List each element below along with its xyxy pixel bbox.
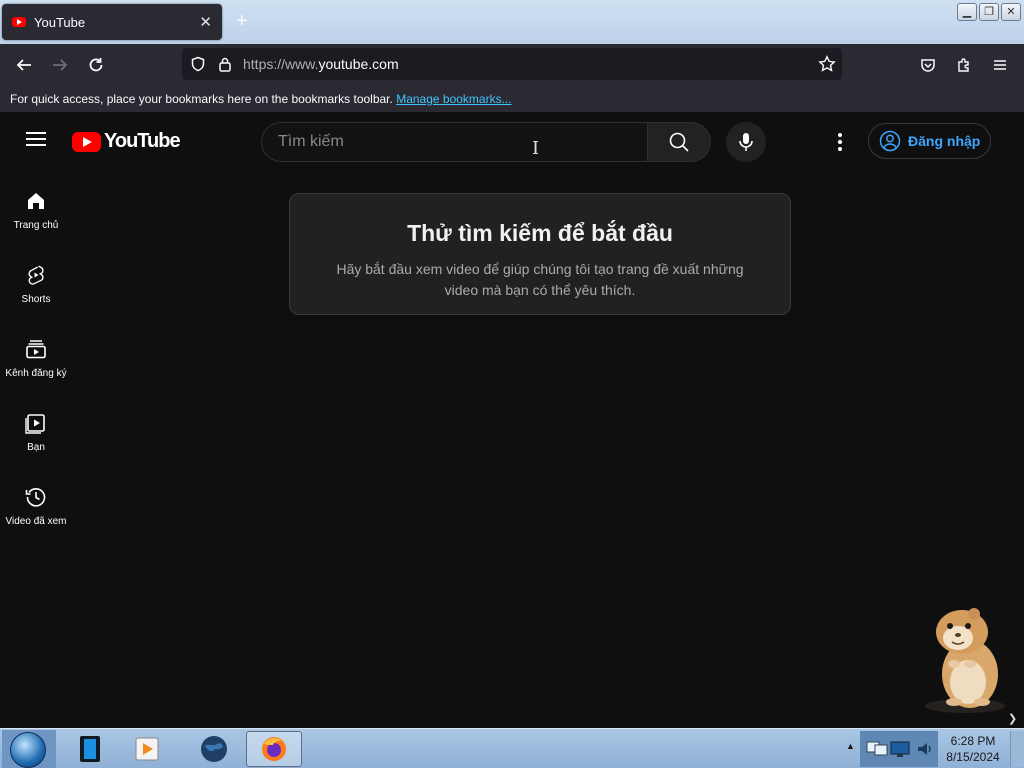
address-bar[interactable]: https://www.youtube.com: [182, 48, 842, 80]
search-bar: [261, 122, 711, 162]
empty-feed-title: Thử tìm kiếm để bắt đầu: [407, 220, 673, 246]
sidebar-item-label: Bạn: [27, 442, 45, 453]
tab-youtube[interactable]: YouTube ✕: [2, 4, 222, 40]
bookmark-star-icon: [818, 55, 836, 72]
url-text: https://www.youtube.com: [243, 56, 399, 72]
minimize-button[interactable]: ▁: [957, 3, 977, 21]
hamster-sticker-image: [925, 608, 1005, 713]
show-hidden-icons-button[interactable]: ▲: [846, 741, 855, 751]
tracking-shield-icon: [191, 56, 205, 72]
sidebar-item-shorts[interactable]: Shorts: [0, 242, 72, 316]
firefox-icon: [262, 737, 286, 761]
home-icon: [28, 193, 44, 209]
taskbar-clock[interactable]: 6:28 PM 8/15/2024: [940, 733, 1006, 765]
lock-icon: [219, 57, 231, 72]
sign-in-label: Đăng nhập: [908, 133, 981, 149]
globe-icon: [201, 736, 227, 762]
taskbar-media-player[interactable]: [120, 731, 176, 767]
reload-button[interactable]: [82, 52, 110, 78]
clock-time: 6:28 PM: [950, 734, 996, 748]
you-library-icon: [25, 414, 45, 434]
pocket-icon: [921, 59, 935, 72]
dot-icon: [838, 140, 842, 144]
windows-start-orb-icon: [10, 732, 46, 768]
hamburger-menu-icon: [994, 60, 1006, 70]
voice-search-button[interactable]: [726, 122, 766, 162]
search-box[interactable]: [261, 122, 647, 162]
dot-icon: [838, 147, 842, 151]
tablet-app-icon: [80, 736, 100, 762]
sidebar-item-label: Trang chủ: [13, 220, 59, 231]
sidebar-item-history[interactable]: Video đã xem: [0, 464, 72, 538]
new-tab-button[interactable]: +: [236, 10, 248, 33]
sign-in-button[interactable]: Đăng nhập: [868, 123, 991, 159]
back-button[interactable]: [10, 52, 38, 78]
scroll-down-arrow-icon[interactable]: ❯: [1008, 712, 1017, 725]
sidebar-item-label: Shorts: [21, 294, 51, 305]
media-player-icon: [135, 737, 159, 761]
sidebar-item-home[interactable]: Trang chủ: [0, 168, 72, 242]
windows-taskbar: ▲ 6:28 PM 8/15/2024: [0, 728, 1024, 768]
close-window-button[interactable]: ✕: [1001, 3, 1021, 21]
search-input[interactable]: [278, 133, 631, 151]
restore-button[interactable]: ❐: [979, 3, 999, 21]
guide-menu-button[interactable]: [22, 128, 50, 152]
account-circle-icon: [879, 130, 901, 152]
forward-arrow-icon: [53, 59, 68, 71]
taskbar-browser-globe[interactable]: [186, 731, 242, 767]
network-icon: [866, 741, 888, 756]
youtube-logo[interactable]: YouTube: [72, 130, 181, 153]
youtube-favicon-icon: [12, 17, 26, 27]
sidebar-item-label: Kênh đăng ký: [5, 368, 67, 379]
taskbar-app-1[interactable]: [62, 731, 118, 767]
forward-button[interactable]: [46, 52, 74, 78]
search-icon: [669, 132, 689, 152]
bookmarks-toolbar: For quick access, place your bookmarks h…: [0, 86, 1024, 112]
puzzle-icon: [958, 58, 969, 72]
tab-title: YouTube: [34, 14, 86, 30]
reload-icon: [89, 58, 103, 72]
youtube-masthead: YouTube Đăng nhập: [0, 112, 1024, 168]
pocket-button[interactable]: [914, 52, 942, 78]
sidebar-item-subscriptions[interactable]: Kênh đăng ký: [0, 316, 72, 390]
navigation-toolbar: https://www.youtube.com: [0, 44, 1024, 86]
shorts-icon: [28, 265, 44, 285]
bookmarks-hint-text: For quick access, place your bookmarks h…: [10, 92, 393, 106]
empty-feed-message: Hãy bắt đầu xem video để giúp chúng tôi …: [336, 261, 744, 298]
youtube-logo-text: YouTube: [104, 130, 181, 152]
dot-icon: [838, 133, 842, 137]
search-button[interactable]: [647, 122, 711, 162]
microphone-icon: [739, 133, 753, 151]
back-arrow-icon: [16, 59, 31, 71]
youtube-play-icon: [72, 131, 101, 152]
tab-strip: YouTube ✕ + ▁ ❐ ✕: [0, 0, 1024, 44]
volume-icon: [918, 743, 931, 755]
text-cursor-icon: I: [532, 138, 540, 159]
show-desktop-button[interactable]: [1010, 731, 1024, 767]
history-icon: [25, 488, 46, 507]
window-controls: ▁ ❐ ✕: [957, 3, 1021, 21]
manage-bookmarks-link[interactable]: Manage bookmarks...: [396, 92, 511, 106]
clock-date: 8/15/2024: [946, 750, 1000, 764]
notification-tray: [860, 731, 938, 767]
subscriptions-icon: [26, 340, 46, 359]
sidebar-item-label: Video đã xem: [5, 516, 67, 527]
display-icon: [890, 741, 910, 757]
start-button[interactable]: [2, 730, 56, 768]
tab-close-button[interactable]: ✕: [199, 13, 212, 31]
settings-more-button[interactable]: [830, 130, 850, 154]
taskbar-firefox[interactable]: [246, 731, 302, 767]
empty-feed-card: Thử tìm kiếm để bắt đầu Hãy bắt đầu xem …: [289, 193, 791, 315]
sidebar-item-you[interactable]: Bạn: [0, 390, 72, 464]
app-menu-button[interactable]: [986, 52, 1014, 78]
extensions-button[interactable]: [950, 52, 978, 78]
